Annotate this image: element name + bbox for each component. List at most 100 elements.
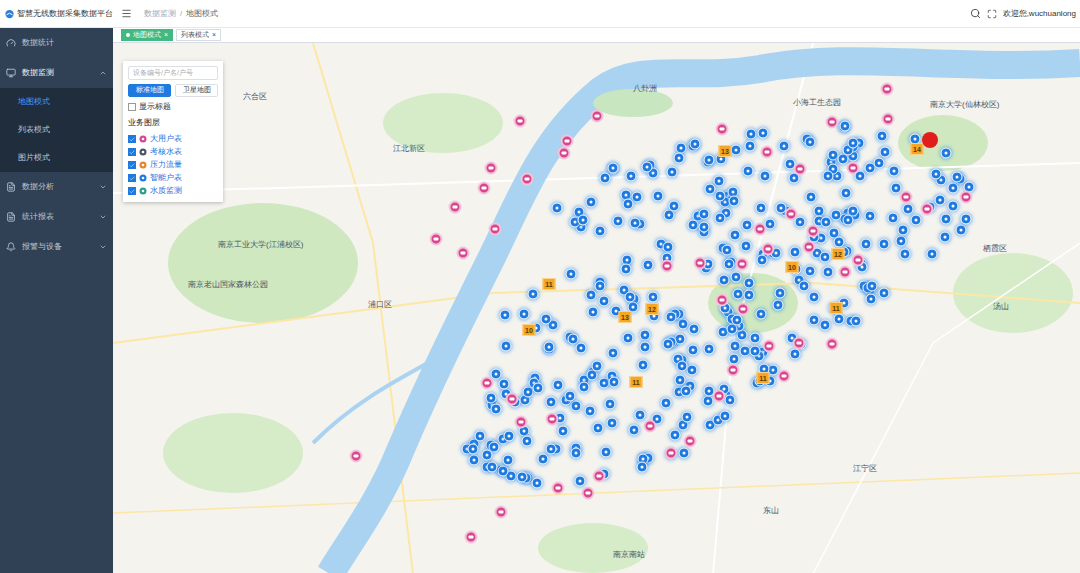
large-user-pin[interactable] [881, 83, 894, 96]
large-user-pin[interactable] [457, 247, 470, 260]
checkbox[interactable] [128, 135, 136, 143]
smart-meter-pin[interactable] [491, 404, 502, 415]
smart-meter-pin[interactable] [732, 314, 743, 325]
smart-meter-pin[interactable] [533, 383, 544, 394]
smart-meter-pin[interactable] [898, 225, 909, 236]
large-user-pin[interactable] [694, 257, 707, 270]
smart-meter-pin[interactable] [640, 329, 651, 340]
smart-meter-pin[interactable] [778, 140, 789, 151]
large-user-pin[interactable] [736, 258, 749, 271]
smart-meter-pin[interactable] [662, 241, 673, 252]
smart-meter-pin[interactable] [940, 148, 951, 159]
smart-meter-pin[interactable] [940, 213, 951, 224]
smart-meter-pin[interactable] [741, 220, 752, 231]
smart-meter-pin[interactable] [806, 191, 817, 202]
smart-meter-pin[interactable] [688, 344, 699, 355]
large-user-pin[interactable] [684, 435, 697, 448]
large-user-pin[interactable] [763, 340, 776, 353]
smart-meter-pin[interactable] [586, 197, 597, 208]
smart-meter-pin[interactable] [772, 300, 783, 311]
smart-meter-pin[interactable] [744, 140, 755, 151]
smart-meter-pin[interactable] [499, 378, 510, 389]
smart-meter-pin[interactable] [598, 295, 609, 306]
large-user-pin[interactable] [727, 364, 740, 377]
layer-row[interactable]: 水质监测 [128, 185, 218, 197]
smart-meter-pin[interactable] [641, 161, 652, 172]
cluster-badge[interactable]: 10 [523, 324, 536, 336]
smart-meter-pin[interactable] [570, 447, 581, 458]
smart-meter-pin[interactable] [613, 216, 624, 227]
smart-meter-pin[interactable] [540, 313, 551, 324]
smart-meter-pin[interactable] [809, 314, 820, 325]
map-type-button[interactable]: 标准地图 [128, 84, 171, 97]
smart-meter-pin[interactable] [500, 341, 511, 352]
smart-meter-pin[interactable] [607, 163, 618, 174]
smart-meter-pin[interactable] [865, 294, 876, 305]
smart-meter-pin[interactable] [741, 241, 752, 252]
smart-meter-pin[interactable] [599, 172, 610, 183]
large-user-pin[interactable] [762, 243, 775, 256]
smart-meter-pin[interactable] [652, 190, 663, 201]
large-user-pin[interactable] [826, 338, 839, 351]
sidebar-subitem[interactable]: 列表模式 [0, 116, 113, 144]
sidebar-item[interactable]: 数据统计 [0, 28, 113, 58]
smart-meter-pin[interactable] [564, 391, 575, 402]
smart-meter-pin[interactable] [587, 307, 598, 318]
large-user-pin[interactable] [514, 115, 527, 128]
layer-row[interactable]: 智能户表 [128, 172, 218, 184]
smart-meter-pin[interactable] [721, 245, 732, 256]
smart-meter-pin[interactable] [543, 342, 554, 353]
smart-meter-pin[interactable] [678, 447, 689, 458]
smart-meter-pin[interactable] [586, 290, 597, 301]
smart-meter-pin[interactable] [951, 171, 962, 182]
checkbox[interactable] [128, 187, 136, 195]
smart-meter-pin[interactable] [558, 426, 569, 437]
smart-meter-pin[interactable] [911, 214, 922, 225]
large-user-pin[interactable] [713, 390, 726, 403]
smart-meter-pin[interactable] [668, 200, 679, 211]
large-user-pin[interactable] [665, 447, 678, 460]
smart-meter-pin[interactable] [566, 268, 577, 279]
smart-meter-pin[interactable] [714, 175, 725, 186]
smart-meter-pin[interactable] [584, 405, 595, 416]
large-user-pin[interactable] [485, 162, 498, 175]
smart-meter-pin[interactable] [821, 216, 832, 227]
smart-meter-pin[interactable] [867, 280, 878, 291]
device-search-input[interactable]: 设备编号/户名/户号 [128, 66, 218, 80]
smart-meter-pin[interactable] [878, 287, 889, 298]
large-user-pin[interactable] [716, 123, 729, 136]
large-user-pin[interactable] [350, 450, 363, 463]
smart-meter-pin[interactable] [719, 410, 730, 421]
large-user-pin[interactable] [495, 506, 508, 519]
sidebar-item[interactable]: 数据监测 [0, 58, 113, 88]
smart-meter-pin[interactable] [623, 198, 634, 209]
large-user-pin[interactable] [644, 420, 657, 433]
smart-meter-pin[interactable] [757, 128, 768, 139]
smart-meter-pin[interactable] [902, 204, 913, 215]
large-user-pin[interactable] [521, 173, 534, 186]
smart-meter-pin[interactable] [532, 477, 543, 488]
smart-meter-pin[interactable] [789, 348, 800, 359]
smart-meter-pin[interactable] [517, 472, 528, 483]
smart-meter-pin[interactable] [629, 424, 640, 435]
large-user-pin[interactable] [807, 225, 820, 238]
smart-meter-pin[interactable] [578, 382, 589, 393]
smart-meter-pin[interactable] [678, 318, 689, 329]
smart-meter-pin[interactable] [731, 272, 742, 283]
cluster-badge[interactable]: 12 [832, 248, 845, 260]
smart-meter-pin[interactable] [632, 192, 643, 203]
smart-meter-pin[interactable] [608, 377, 619, 388]
smart-meter-pin[interactable] [634, 409, 645, 420]
sidebar-item[interactable]: 数据分析 [0, 172, 113, 202]
smart-meter-pin[interactable] [638, 360, 649, 371]
smart-meter-pin[interactable] [499, 310, 510, 321]
smart-meter-pin[interactable] [840, 120, 851, 131]
smart-meter-pin[interactable] [595, 281, 606, 292]
smart-meter-pin[interactable] [662, 338, 673, 349]
smart-meter-pin[interactable] [625, 291, 636, 302]
smart-meter-pin[interactable] [850, 315, 861, 326]
smart-meter-pin[interactable] [553, 380, 564, 391]
smart-meter-pin[interactable] [592, 361, 603, 372]
smart-meter-pin[interactable] [961, 214, 972, 225]
smart-meter-pin[interactable] [733, 289, 744, 300]
